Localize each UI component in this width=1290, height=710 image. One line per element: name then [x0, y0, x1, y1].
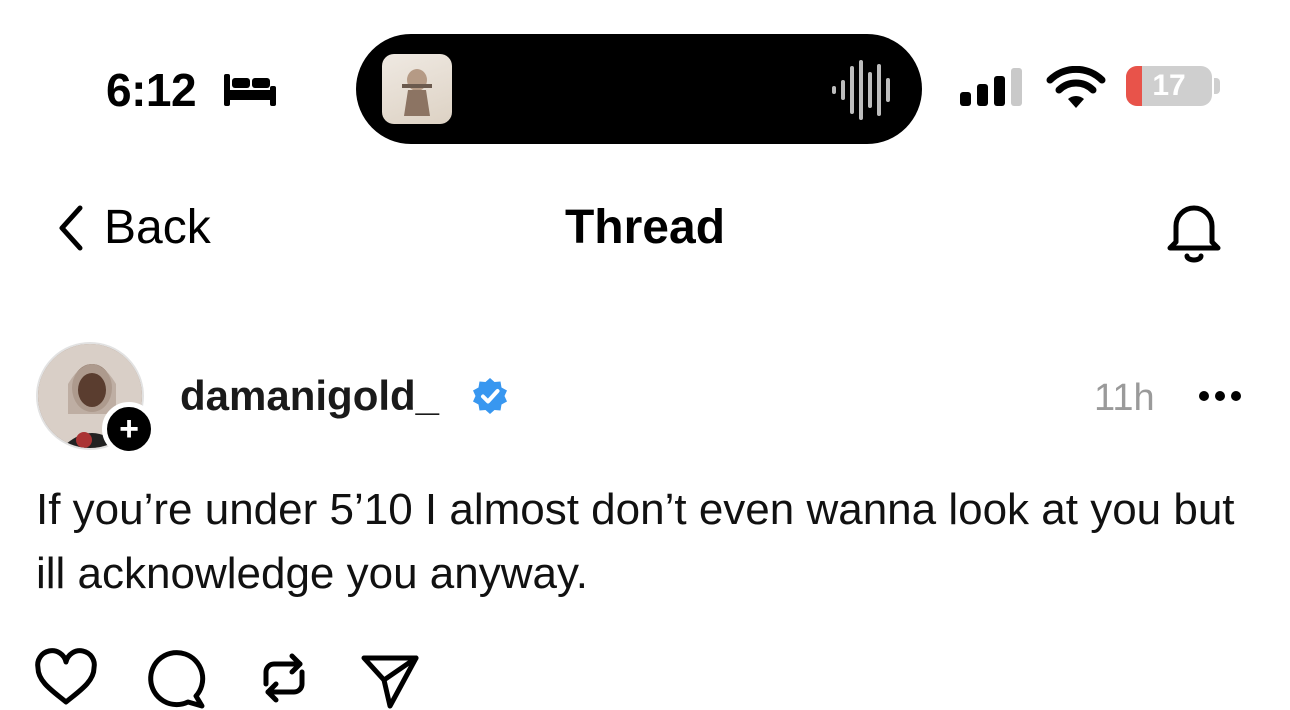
share-icon[interactable] [358, 646, 422, 710]
wifi-icon [1046, 66, 1106, 108]
more-options-icon[interactable] [1196, 384, 1244, 408]
battery-nub [1214, 78, 1220, 94]
waveform-icon [832, 60, 890, 120]
verified-badge-icon [473, 378, 507, 414]
album-art-figure [402, 69, 432, 116]
album-art[interactable] [382, 54, 452, 124]
post-body-text: If you’re under 5’10 I almost don’t even… [36, 485, 1235, 598]
repost-icon[interactable] [252, 646, 316, 710]
page-title: Thread [564, 201, 726, 254]
battery-indicator: 17 [1126, 66, 1212, 106]
username[interactable]: damanigold_ [180, 370, 439, 422]
heart-icon[interactable] [34, 646, 98, 710]
comment-icon[interactable] [144, 646, 208, 710]
post-timestamp: 11h [1094, 377, 1155, 419]
plus-icon: + [119, 410, 139, 448]
battery-level: 17 [1152, 69, 1186, 102]
bed-icon [224, 74, 276, 106]
status-time: 6:12 [106, 64, 197, 116]
bell-icon[interactable] [1158, 192, 1230, 264]
cellular-signal-icon [960, 68, 1022, 106]
follow-button[interactable]: + [102, 402, 156, 456]
